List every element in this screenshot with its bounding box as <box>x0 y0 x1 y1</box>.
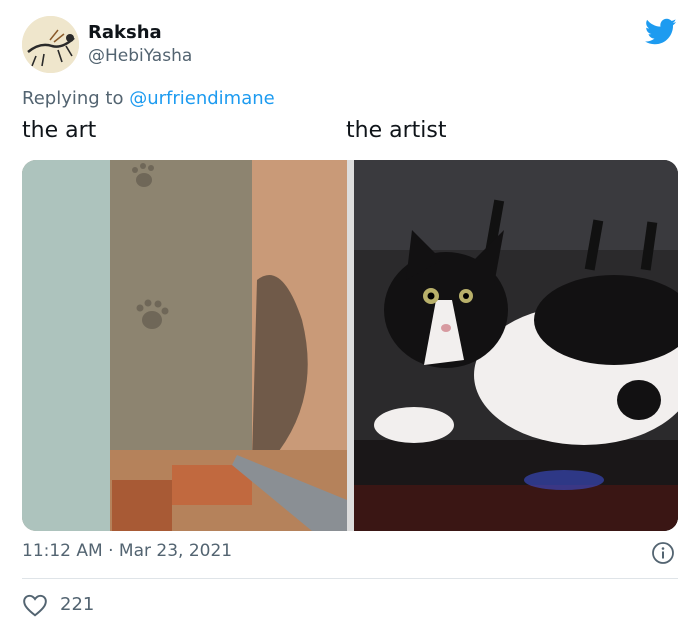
info-icon[interactable] <box>651 541 675 565</box>
author-display-name[interactable]: Raksha <box>88 22 162 43</box>
photo-pawprints-on-plaster[interactable] <box>22 160 347 531</box>
media-grid <box>22 160 678 531</box>
heart-icon[interactable] <box>22 593 48 617</box>
timestamp-separator: · <box>102 541 119 561</box>
photo-black-white-cat[interactable] <box>354 160 678 531</box>
avatar-image <box>22 16 79 73</box>
tweet-text-right: the artist <box>346 118 447 143</box>
tweet-time: 11:12 AM <box>22 541 103 561</box>
divider <box>22 578 678 579</box>
like-count: 221 <box>60 594 95 615</box>
tweet-timestamp[interactable]: 11:12 AM · Mar 23, 2021 <box>22 541 232 561</box>
author-handle[interactable]: @HebiYasha <box>88 46 192 66</box>
reply-context: Replying to @urfriendimane <box>22 88 275 109</box>
tweet-text-left: the art <box>22 118 97 143</box>
twitter-bird-icon[interactable] <box>645 18 677 46</box>
reply-mention-link[interactable]: @urfriendimane <box>129 88 275 109</box>
tweet-date: Mar 23, 2021 <box>118 541 233 561</box>
reply-prefix: Replying to <box>22 88 130 109</box>
tweet-card: Raksha @HebiYasha Replying to @urfriendi… <box>0 0 700 633</box>
avatar[interactable] <box>22 16 79 73</box>
